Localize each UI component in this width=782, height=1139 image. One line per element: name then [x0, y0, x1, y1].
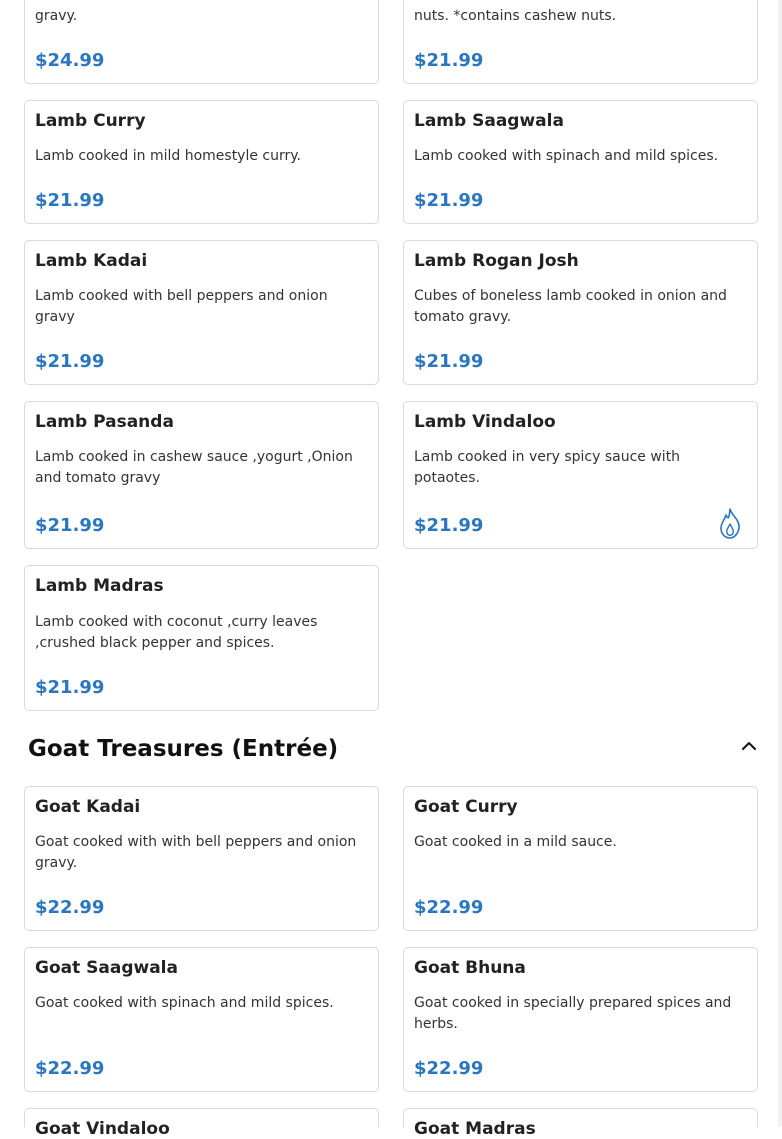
item-price: $21.99 — [35, 515, 105, 536]
item-price: $21.99 — [414, 50, 484, 71]
item-name: Lamb Vindaloo — [414, 412, 556, 432]
item-description: Goat cooked in a mild sauce. — [414, 834, 617, 850]
menu-item-card[interactable]: Lamb Pasanda Lamb cooked in cashew sauce… — [24, 401, 379, 549]
item-name: Goat Madras — [414, 1119, 536, 1139]
item-name: Lamb Curry — [35, 111, 146, 131]
menu-item-card[interactable]: Lamb Kadai Lamb cooked with bell peppers… — [24, 240, 379, 385]
menu-item-card[interactable]: Lamb Madras Lamb cooked with coconut ,cu… — [24, 565, 379, 711]
scrollbar[interactable] — [778, 0, 782, 1127]
item-name: Lamb Madras — [35, 576, 164, 596]
item-name: Goat Vindaloo — [35, 1119, 170, 1139]
item-price: $22.99 — [414, 897, 484, 918]
menu-item-card[interactable]: Goat Madras — [403, 1108, 758, 1139]
menu-item-card[interactable]: Lamb Rogan Josh Cubes of boneless lamb c… — [403, 240, 758, 385]
item-price: $22.99 — [35, 1058, 105, 1079]
item-name: Lamb Rogan Josh — [414, 251, 579, 271]
item-description: Lamb cooked in very spicy sauce with pot… — [414, 449, 681, 486]
item-name: Goat Kadai — [35, 797, 141, 817]
item-name: Goat Bhuna — [414, 958, 526, 978]
item-description: nuts. *contains cashew nuts. — [414, 8, 617, 24]
menu-item-card[interactable]: Lamb Saagwala Lamb cooked with spinach a… — [403, 100, 758, 224]
item-price: $21.99 — [414, 190, 484, 211]
item-price: $24.99 — [35, 50, 105, 71]
item-price: $21.99 — [35, 351, 105, 372]
item-price: $21.99 — [35, 190, 105, 211]
item-description: Lamb cooked with spinach and mild spices… — [414, 148, 719, 164]
item-description: Goat cooked in specially prepared spices… — [414, 995, 732, 1032]
item-price: $22.99 — [414, 1058, 484, 1079]
item-description: Goat cooked with spinach and mild spices… — [35, 995, 334, 1011]
menu-item-card[interactable]: Goat Vindaloo — [24, 1108, 379, 1139]
item-description: Lamb cooked in mild homestyle curry. — [35, 148, 301, 164]
menu-item-card[interactable]: Lamb Vindaloo Lamb cooked in very spicy … — [403, 401, 758, 549]
item-description: Lamb cooked with bell peppers and onion … — [35, 288, 328, 325]
section-title: Goat Treasures (Entrée) — [28, 736, 339, 762]
menu-item-card[interactable]: gravy. $24.99 — [24, 0, 379, 84]
item-name: Lamb Kadai — [35, 251, 148, 271]
menu-item-card[interactable]: nuts. *contains cashew nuts. $21.99 — [403, 0, 758, 84]
item-description: Cubes of boneless lamb cooked in onion a… — [414, 288, 727, 325]
item-description: Lamb cooked with coconut ,curry leaves ,… — [35, 614, 318, 651]
item-price: $21.99 — [414, 515, 484, 536]
item-name: Lamb Saagwala — [414, 111, 564, 131]
item-name: Goat Curry — [414, 797, 518, 817]
menu-item-card[interactable]: Goat Curry Goat cooked in a mild sauce. … — [403, 786, 758, 931]
spicy-flame-icon — [720, 508, 740, 539]
item-name: Goat Saagwala — [35, 958, 178, 978]
menu-item-card[interactable]: Goat Bhuna Goat cooked in specially prep… — [403, 947, 758, 1092]
item-description: gravy. — [35, 8, 78, 24]
item-price: $22.99 — [35, 897, 105, 918]
item-name: Lamb Pasanda — [35, 412, 174, 432]
item-price: $21.99 — [35, 677, 105, 698]
item-description: Goat cooked with with bell peppers and o… — [35, 834, 357, 871]
item-description: Lamb cooked in cashew sauce ,yogurt ,Oni… — [35, 449, 353, 486]
chevron-up-icon[interactable] — [738, 736, 760, 756]
menu-item-card[interactable]: Lamb Curry Lamb cooked in mild homestyle… — [24, 100, 379, 224]
menu-item-card[interactable]: Goat Saagwala Goat cooked with spinach a… — [24, 947, 379, 1092]
menu-item-card[interactable]: Goat Kadai Goat cooked with with bell pe… — [24, 786, 379, 931]
item-price: $21.99 — [414, 351, 484, 372]
